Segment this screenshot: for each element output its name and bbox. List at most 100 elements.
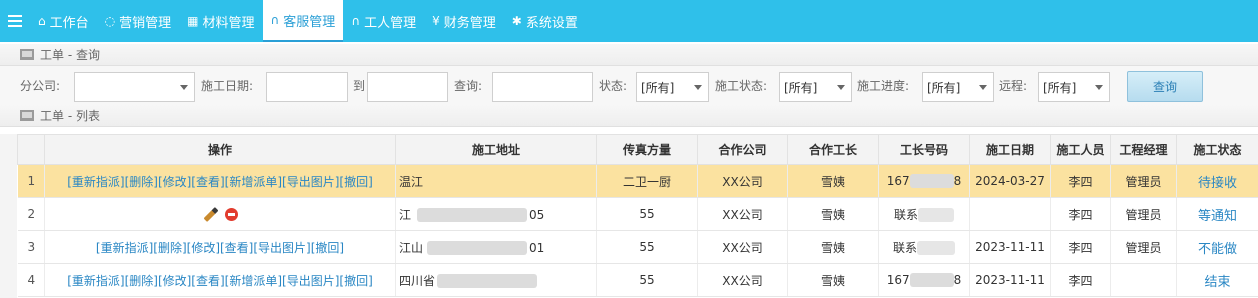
grid-icon: ▦ xyxy=(187,14,199,28)
address-cell: 温江 xyxy=(395,164,597,198)
chevron-down-icon xyxy=(180,85,188,90)
date-cell: 2023-11-11 xyxy=(969,230,1051,264)
address-tail: 05 xyxy=(529,207,545,222)
row-actions xyxy=(44,197,396,231)
table-row[interactable]: 1 [重新指派][删除][修改][查看][新增派单][导出图片][撤回] 温江 … xyxy=(17,164,1258,198)
remote-select[interactable]: [所有] xyxy=(1038,72,1110,102)
phone-suffix: 8 xyxy=(953,272,962,287)
date-to-input[interactable] xyxy=(367,72,448,102)
column-header: 传真方量 xyxy=(596,134,698,165)
chevron-down-icon xyxy=(837,85,845,90)
headset-icon: ∩ xyxy=(270,13,280,27)
column-header: 施工地址 xyxy=(395,134,597,165)
progress-label: 施工进度: xyxy=(857,79,910,93)
nav-item-materials[interactable]: ▦ 材料管理 xyxy=(179,0,262,42)
chevron-down-icon xyxy=(979,85,987,90)
foreman-cell: 雪姨 xyxy=(787,164,879,198)
list-section-header: 工单 - 列表 xyxy=(0,105,1258,127)
work-order-table: 操作 施工地址 传真方量 合作公司 合作工长 工长号码 施工日期 施工人员 工程… xyxy=(17,134,1258,297)
monitor-icon xyxy=(20,110,34,121)
redacted-block xyxy=(909,273,954,288)
nav-item-workers[interactable]: ∩ 工人管理 xyxy=(343,0,424,42)
pencil-icon[interactable] xyxy=(203,207,218,222)
table-row[interactable]: 2 江 05 55 XX公司 雪姨 联系 李四 管理员 等通知 xyxy=(17,197,1258,231)
row-number: 4 xyxy=(17,263,45,297)
foreman-cell: 雪姨 xyxy=(787,230,879,264)
redacted-block xyxy=(427,241,528,255)
table-header-row: 操作 施工地址 传真方量 合作公司 合作工长 工长号码 施工日期 施工人员 工程… xyxy=(17,134,1258,165)
fax-volume-cell: 55 xyxy=(596,230,698,264)
query-button[interactable]: 查询 xyxy=(1127,71,1203,102)
phone-prefix: 联系 xyxy=(893,207,918,222)
query-section-title: 工单 - 查询 xyxy=(40,48,100,62)
status-cell: 待接收 xyxy=(1176,164,1258,198)
progress-select-value: [所有] xyxy=(927,80,961,95)
yen-icon: ¥ xyxy=(432,14,440,28)
date-cell xyxy=(969,197,1051,231)
company-cell: XX公司 xyxy=(697,164,788,198)
address-cell: 江山 01 xyxy=(395,230,597,264)
chat-icon: ◌ xyxy=(104,14,116,28)
nav-item-settings[interactable]: ✱ 系统设置 xyxy=(504,0,586,42)
nav-item-marketing[interactable]: ◌ 营销管理 xyxy=(97,0,180,42)
status-cell: 等通知 xyxy=(1176,197,1258,231)
fax-volume-cell: 二卫一厨 xyxy=(596,164,698,198)
address-tail: 01 xyxy=(529,240,545,255)
phone-prefix: 167 xyxy=(886,173,910,188)
redacted-block xyxy=(417,208,528,222)
address-text: 四川省 xyxy=(399,273,436,288)
row-number: 1 xyxy=(17,164,45,198)
column-header: 施工状态 xyxy=(1176,134,1258,165)
date-to-label: 到 xyxy=(353,79,366,93)
column-header: 操作 xyxy=(44,134,396,165)
phone-suffix: 8 xyxy=(953,173,962,188)
nav-item-label: 材料管理 xyxy=(202,15,255,31)
company-cell: XX公司 xyxy=(697,263,788,297)
search-input[interactable] xyxy=(492,72,593,102)
remote-select-value: [所有] xyxy=(1043,80,1077,95)
build-status-select[interactable]: [所有] xyxy=(779,72,852,102)
monitor-icon xyxy=(20,49,34,60)
redacted-block xyxy=(437,274,538,288)
nav-item-finance[interactable]: ¥ 财务管理 xyxy=(424,0,504,42)
manager-cell: 管理员 xyxy=(1110,164,1177,198)
status-select-value: [所有] xyxy=(641,80,675,95)
row-actions[interactable]: [重新指派][删除][修改][查看][导出图片][撤回] xyxy=(44,230,396,264)
search-label: 查询: xyxy=(454,79,483,93)
row-number: 2 xyxy=(17,197,45,231)
row-actions[interactable]: [重新指派][删除][修改][查看][新增派单][导出图片][撤回] xyxy=(44,263,396,297)
phone-prefix: 167 xyxy=(886,272,910,287)
phone-prefix: 联系 xyxy=(892,240,917,255)
foreman-cell: 雪姨 xyxy=(787,263,879,297)
nav-item-label: 工作台 xyxy=(49,15,89,31)
nav-item-label: 客服管理 xyxy=(283,14,336,30)
fax-volume-cell: 55 xyxy=(596,197,698,231)
date-from-input[interactable] xyxy=(266,72,348,102)
top-navigation: ⌂ 工作台 ◌ 营销管理 ▦ 材料管理 ∩ 客服管理 ∩ 工人管理 ¥ 财务管理… xyxy=(0,0,1258,42)
table-gutter xyxy=(0,134,17,298)
date-label: 施工日期: xyxy=(201,79,254,93)
redacted-block xyxy=(909,174,954,189)
company-select[interactable] xyxy=(74,72,195,102)
table-row[interactable]: 4 [重新指派][删除][修改][查看][新增派单][导出图片][撤回] 四川省… xyxy=(17,263,1258,297)
address-cell: 四川省 xyxy=(395,263,597,297)
manager-cell: 管理员 xyxy=(1110,230,1177,264)
nav-item-workbench[interactable]: ⌂ 工作台 xyxy=(30,0,97,42)
column-header: 合作公司 xyxy=(697,134,788,165)
menu-toggle-icon[interactable] xyxy=(0,0,30,42)
phone-cell: 167 8 xyxy=(878,164,970,198)
table-row[interactable]: 3 [重新指派][删除][修改][查看][导出图片][撤回] 江山 01 55 X… xyxy=(17,230,1258,264)
nav-item-customer-service[interactable]: ∩ 客服管理 xyxy=(262,0,344,42)
company-label: 分公司: xyxy=(20,79,61,93)
no-entry-icon[interactable] xyxy=(224,208,238,221)
nav-item-label: 财务管理 xyxy=(443,15,496,31)
column-header: 施工人员 xyxy=(1050,134,1111,165)
nav-item-label: 系统设置 xyxy=(525,15,578,31)
status-select[interactable]: [所有] xyxy=(636,72,709,102)
progress-select[interactable]: [所有] xyxy=(922,72,994,102)
home-icon: ⌂ xyxy=(38,14,46,28)
row-actions[interactable]: [重新指派][删除][修改][查看][新增派单][导出图片][撤回] xyxy=(44,164,396,198)
manager-cell: 管理员 xyxy=(1110,197,1177,231)
remote-label: 远程: xyxy=(999,79,1028,93)
column-header: 工程经理 xyxy=(1110,134,1177,165)
